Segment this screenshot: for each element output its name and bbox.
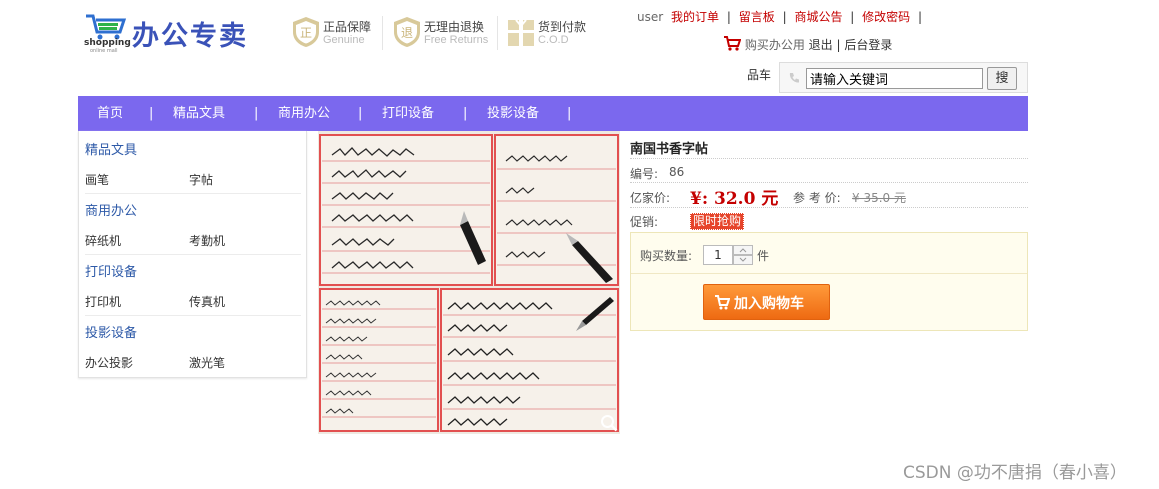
guarantee-sub: C.O.D	[538, 34, 569, 46]
svg-text:正: 正	[300, 26, 312, 40]
link-separator: |	[726, 10, 731, 24]
cart-label[interactable]: 购买办公用	[745, 38, 805, 52]
cart-icon[interactable]	[723, 36, 742, 51]
category-title-printing[interactable]: 打印设备	[85, 261, 137, 280]
info-divider	[630, 182, 1028, 183]
product-title: 南国书香字帖	[630, 142, 709, 157]
copybook-photo	[318, 131, 620, 434]
link-separator: |	[836, 38, 841, 52]
quantity-decrease-button[interactable]	[733, 255, 753, 265]
nav-separator: |	[254, 106, 259, 121]
category-title-projection[interactable]: 投影设备	[85, 322, 137, 341]
info-divider	[630, 207, 1028, 208]
watermark: CSDN @功不唐捐（春小喜）	[903, 463, 1127, 483]
logout-link[interactable]: 退出	[809, 38, 833, 52]
quantity-increase-button[interactable]	[733, 245, 753, 255]
quantity-unit: 件	[757, 249, 770, 263]
cart-icon	[715, 295, 730, 310]
shield-icon: 正	[293, 17, 319, 47]
guestbook-link[interactable]: 留言板	[739, 10, 775, 24]
phone-icon	[789, 73, 799, 83]
promotion-label: 促销:	[630, 215, 659, 229]
gift-icon	[508, 19, 534, 46]
subcategory-link[interactable]: 字帖	[189, 171, 213, 188]
my-orders-link[interactable]: 我的订单	[671, 10, 719, 24]
svg-text:退: 退	[401, 26, 413, 40]
guarantee-genuine: 正 正品保障 Genuine	[291, 16, 381, 52]
guarantee-title: 正品保障	[323, 20, 372, 34]
zoom-icon[interactable]	[600, 414, 618, 432]
price-label: 亿家价:	[630, 191, 671, 205]
nav-item-printing[interactable]: 打印设备	[382, 96, 434, 131]
quantity-input[interactable]: 1	[703, 245, 733, 265]
subcategory-link[interactable]: 激光笔	[189, 354, 225, 371]
category-title-stationery[interactable]: 精品文具	[85, 139, 137, 158]
category-title-office[interactable]: 商用办公	[85, 200, 137, 219]
site-logo[interactable]: shopping online mall 办公专卖	[84, 12, 264, 54]
subcategory-link[interactable]: 打印机	[85, 293, 121, 310]
subcategory-link[interactable]: 考勤机	[189, 232, 225, 249]
notice-link[interactable]: 商城公告	[794, 10, 842, 24]
category-divider	[85, 315, 301, 316]
subcategory-link[interactable]: 传真机	[189, 293, 225, 310]
category-sidebar: 精品文具 画笔 字帖 商用办公 碎纸机 考勤机 打印设备 打印机 传真机 投影设…	[78, 131, 307, 378]
nav-separator: |	[463, 106, 468, 121]
category-divider	[85, 254, 301, 255]
guarantee-returns: 退 无理由退换 Free Returns	[392, 16, 497, 52]
product-id-label: 编号:	[630, 167, 659, 181]
logo-title: 办公专卖	[132, 21, 248, 52]
guarantee-divider	[382, 16, 383, 50]
search-button[interactable]: 搜	[987, 67, 1017, 90]
search-input[interactable]	[806, 68, 983, 89]
guarantee-sub: Genuine	[323, 34, 365, 46]
logo-sub-text: online mall	[90, 48, 118, 54]
link-separator: |	[850, 10, 855, 24]
guarantee-sub: Free Returns	[424, 34, 489, 46]
quantity-label: 购买数量:	[640, 249, 693, 263]
username: user	[637, 10, 664, 24]
info-divider	[630, 158, 1028, 159]
nav-item-home[interactable]: 首页	[97, 96, 123, 131]
guarantee-title: 无理由退换	[424, 20, 485, 34]
guarantee-cod: 货到付款 C.O.D	[506, 16, 596, 52]
return-icon: 退	[394, 17, 420, 47]
add-to-cart-button[interactable]: 加入购物车	[703, 284, 830, 320]
add-to-cart-label: 加入购物车	[734, 296, 804, 312]
link-separator: |	[782, 10, 787, 24]
guarantee-title: 货到付款	[538, 20, 587, 34]
nav-separator: |	[567, 106, 572, 121]
product-image[interactable]	[318, 131, 620, 434]
reference-price-label: 参 考 价:	[793, 191, 841, 205]
nav-item-stationery[interactable]: 精品文具	[173, 96, 225, 131]
search-label: 品车	[747, 68, 772, 82]
chevron-up-icon	[739, 248, 747, 253]
logo-shopping-text: shopping	[84, 38, 131, 48]
nav-item-projection[interactable]: 投影设备	[487, 96, 539, 131]
nav-item-office[interactable]: 商用办公	[278, 96, 330, 131]
main-nav: 首页 | 精品文具 | 商用办公 | 打印设备 | 投影设备 |	[78, 96, 1028, 131]
subcategory-link[interactable]: 碎纸机	[85, 232, 121, 249]
reference-price: ¥ 35.0 元	[852, 191, 906, 205]
cart-line: 购买办公用 退出 | 后台登录	[723, 36, 892, 53]
chevron-down-icon	[739, 257, 747, 262]
product-id-value: 86	[669, 165, 685, 179]
subcategory-link[interactable]: 办公投影	[85, 354, 133, 371]
nav-separator: |	[149, 106, 154, 121]
product-price: ¥: 32.0 元	[690, 189, 779, 209]
subcategory-link[interactable]: 画笔	[85, 171, 109, 188]
purchase-divider	[631, 273, 1027, 274]
top-links: user 我的订单 | 留言板 | 商城公告 | 修改密码 |	[637, 8, 926, 25]
link-separator: |	[918, 10, 923, 24]
admin-login-link[interactable]: 后台登录	[844, 38, 892, 52]
guarantee-divider	[497, 16, 498, 50]
nav-separator: |	[358, 106, 363, 121]
category-divider	[85, 193, 301, 194]
change-password-link[interactable]: 修改密码	[862, 10, 910, 24]
promotion-badge: 限时抢购	[690, 213, 745, 230]
